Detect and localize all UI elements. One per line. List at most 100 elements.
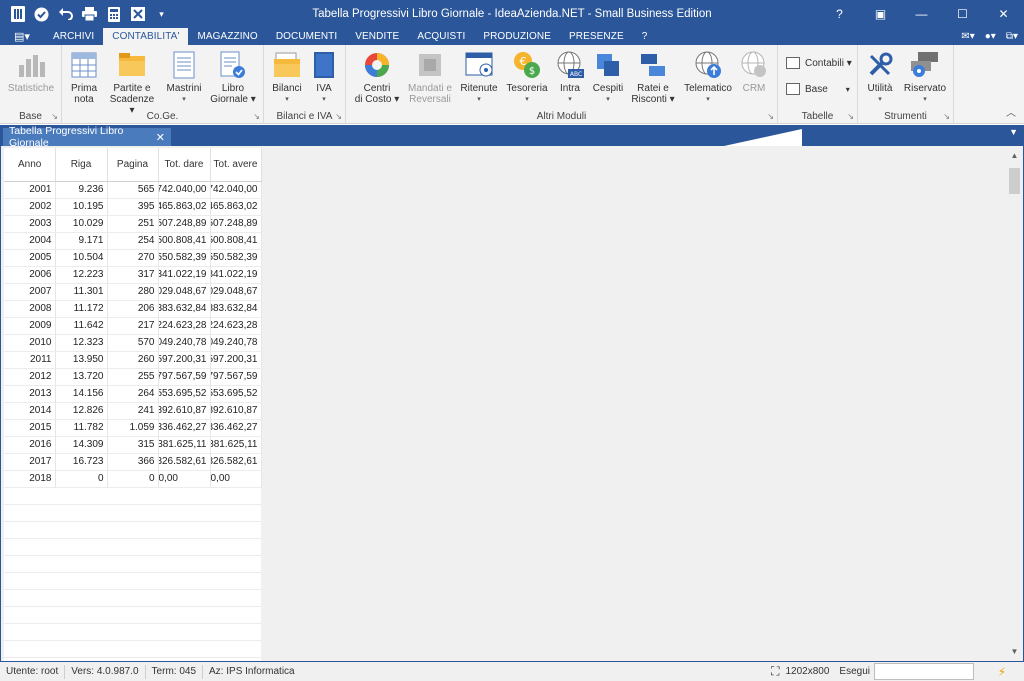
close-tab-icon[interactable]: ✕	[156, 131, 165, 144]
cell-tot-dare[interactable]: 383.632,84	[158, 300, 211, 318]
cell-pagina[interactable]: 0	[107, 470, 159, 488]
cell-riga[interactable]: 13.720	[55, 368, 108, 386]
cell-tot-dare[interactable]: 550.582,39	[158, 249, 211, 267]
table-row[interactable]: 2005 10.504 270 550.582,39 550.582,39	[4, 249, 262, 267]
cell-anno[interactable]: 2010	[4, 334, 56, 352]
column-header-tot-avere[interactable]: Tot. avere	[210, 148, 262, 182]
cell-riga[interactable]: 10.029	[55, 215, 108, 233]
help-button[interactable]: ?	[819, 0, 860, 28]
cell-pagina[interactable]: 395	[107, 198, 159, 216]
cell-anno[interactable]: 2007	[4, 283, 56, 301]
tab-archivi[interactable]: ARCHIVI	[44, 28, 103, 45]
scroll-up-icon[interactable]: ▲	[1007, 148, 1022, 163]
cell-anno[interactable]: 2005	[4, 249, 56, 267]
table-row[interactable]: 2017 16.723 366 326.582,61 326.582,61	[4, 453, 262, 471]
dialog-launcher-icon[interactable]: ↘	[51, 112, 58, 121]
fullscreen-icon[interactable]: ⛶	[771, 664, 779, 679]
close-button[interactable]: ✕	[983, 0, 1024, 28]
calculator-icon[interactable]	[102, 3, 125, 25]
table-row[interactable]: 2015 11.782 1.059 336.462,27 336.462,27	[4, 419, 262, 437]
table-row[interactable]: 2013 14.156 264 553.695,52 553.695,52	[4, 385, 262, 403]
tab-help[interactable]: ?	[633, 28, 657, 45]
cell-tot-avere[interactable]: 336.462,27	[210, 419, 262, 437]
bilanci-button[interactable]: Bilanci ▾	[270, 49, 304, 105]
dialog-launcher-icon[interactable]: ↘	[335, 112, 342, 121]
cell-tot-dare[interactable]: 500.808,41	[158, 232, 211, 250]
prima-nota-button[interactable]: Prima nota	[66, 49, 102, 105]
cell-anno[interactable]: 2006	[4, 266, 56, 284]
cell-tot-avere[interactable]: 224.623,28	[210, 317, 262, 335]
app-logo-icon[interactable]	[6, 3, 29, 25]
cell-tot-dare[interactable]: 465.863,02	[158, 198, 211, 216]
cell-riga[interactable]: 12.223	[55, 266, 108, 284]
cell-tot-avere[interactable]: 029.048,67	[210, 283, 262, 301]
status-dot-icon[interactable]: ●▾	[985, 31, 996, 42]
cell-anno[interactable]: 2012	[4, 368, 56, 386]
cell-tot-dare[interactable]: 336.462,27	[158, 419, 211, 437]
table-row[interactable]: 2006 12.223 317 341.022,19 341.022,19	[4, 266, 262, 284]
cell-riga[interactable]: 11.642	[55, 317, 108, 335]
cell-pagina[interactable]: 255	[107, 368, 159, 386]
check-circle-icon[interactable]	[30, 3, 53, 25]
cell-tot-avere[interactable]: 507.248,89	[210, 215, 262, 233]
cell-pagina[interactable]: 270	[107, 249, 159, 267]
base-tables-button[interactable]: Base ▾	[786, 79, 850, 99]
cell-anno[interactable]: 2015	[4, 419, 56, 437]
cell-riga[interactable]: 9.236	[55, 181, 108, 199]
scrollbar-thumb[interactable]	[1009, 168, 1020, 194]
cell-pagina[interactable]: 217	[107, 317, 159, 335]
crm-button[interactable]: CRM	[738, 49, 770, 94]
cell-tot-avere[interactable]: 392.610,87	[210, 402, 262, 420]
cell-tot-dare[interactable]: 224.623,28	[158, 317, 211, 335]
partite-scadenze-button[interactable]: Partite e Scadenze ▾	[106, 49, 158, 116]
table-row[interactable]: 2002 10.195 395 465.863,02 465.863,02	[4, 198, 262, 216]
cell-anno[interactable]: 2001	[4, 181, 56, 199]
cell-pagina[interactable]: 366	[107, 453, 159, 471]
cell-tot-avere[interactable]: 742.040,00	[210, 181, 262, 199]
cell-pagina[interactable]: 565	[107, 181, 159, 199]
cell-riga[interactable]: 11.301	[55, 283, 108, 301]
cell-pagina[interactable]: 206	[107, 300, 159, 318]
tab-produzione[interactable]: PRODUZIONE	[474, 28, 560, 45]
cell-tot-dare[interactable]: 029.048,67	[158, 283, 211, 301]
dialog-launcher-icon[interactable]: ↘	[847, 112, 854, 121]
cell-tot-avere[interactable]: 049.240,78	[210, 334, 262, 352]
cell-riga[interactable]: 13.950	[55, 351, 108, 369]
centri-di-costo-button[interactable]: Centri di Costo ▾	[352, 49, 402, 105]
scroll-down-icon[interactable]: ▼	[1007, 644, 1022, 659]
cell-riga[interactable]: 11.172	[55, 300, 108, 318]
cell-anno[interactable]: 2011	[4, 351, 56, 369]
cespiti-button[interactable]: Cespiti ▾	[590, 49, 626, 105]
table-row[interactable]: 2014 12.826 241 392.610,87 392.610,87	[4, 402, 262, 420]
cell-riga[interactable]: 14.156	[55, 385, 108, 403]
cell-tot-dare[interactable]: 0,00	[158, 470, 211, 488]
cell-pagina[interactable]: 317	[107, 266, 159, 284]
window-layout-icon[interactable]: ⧉▾	[1006, 31, 1018, 42]
cell-riga[interactable]: 14.309	[55, 436, 108, 454]
exec-command-input[interactable]	[874, 663, 974, 680]
cell-tot-avere[interactable]: 0,00	[210, 470, 262, 488]
contabili-button[interactable]: Contabili ▾	[786, 53, 852, 73]
cell-pagina[interactable]: 570	[107, 334, 159, 352]
table-row[interactable]: 2001 9.236 565 742.040,00 742.040,00	[4, 181, 262, 199]
excel-icon[interactable]	[126, 3, 149, 25]
column-header-tot-dare[interactable]: Tot. dare	[158, 148, 211, 182]
cell-pagina[interactable]: 254	[107, 232, 159, 250]
tab-magazzino[interactable]: MAGAZZINO	[188, 28, 266, 45]
column-header-pagina[interactable]: Pagina	[107, 148, 159, 182]
tesoreria-button[interactable]: € $ Tesoreria ▾	[504, 49, 550, 105]
customize-qat-icon[interactable]: ▾	[150, 3, 173, 25]
cell-tot-dare[interactable]: 381.625,11	[158, 436, 211, 454]
cell-pagina[interactable]: 264	[107, 385, 159, 403]
vertical-scrollbar[interactable]: ▲ ▼	[1007, 148, 1022, 659]
cell-tot-dare[interactable]: 597.200,31	[158, 351, 211, 369]
print-icon[interactable]	[78, 3, 101, 25]
dialog-launcher-icon[interactable]: ↘	[767, 112, 774, 121]
cell-anno[interactable]: 2014	[4, 402, 56, 420]
cell-pagina[interactable]: 1.059	[107, 419, 159, 437]
cell-anno[interactable]: 2018	[4, 470, 56, 488]
cell-tot-avere[interactable]: 553.695,52	[210, 385, 262, 403]
cell-tot-avere[interactable]: 550.582,39	[210, 249, 262, 267]
minimize-button[interactable]: —	[901, 0, 942, 28]
column-header-riga[interactable]: Riga	[55, 148, 108, 182]
